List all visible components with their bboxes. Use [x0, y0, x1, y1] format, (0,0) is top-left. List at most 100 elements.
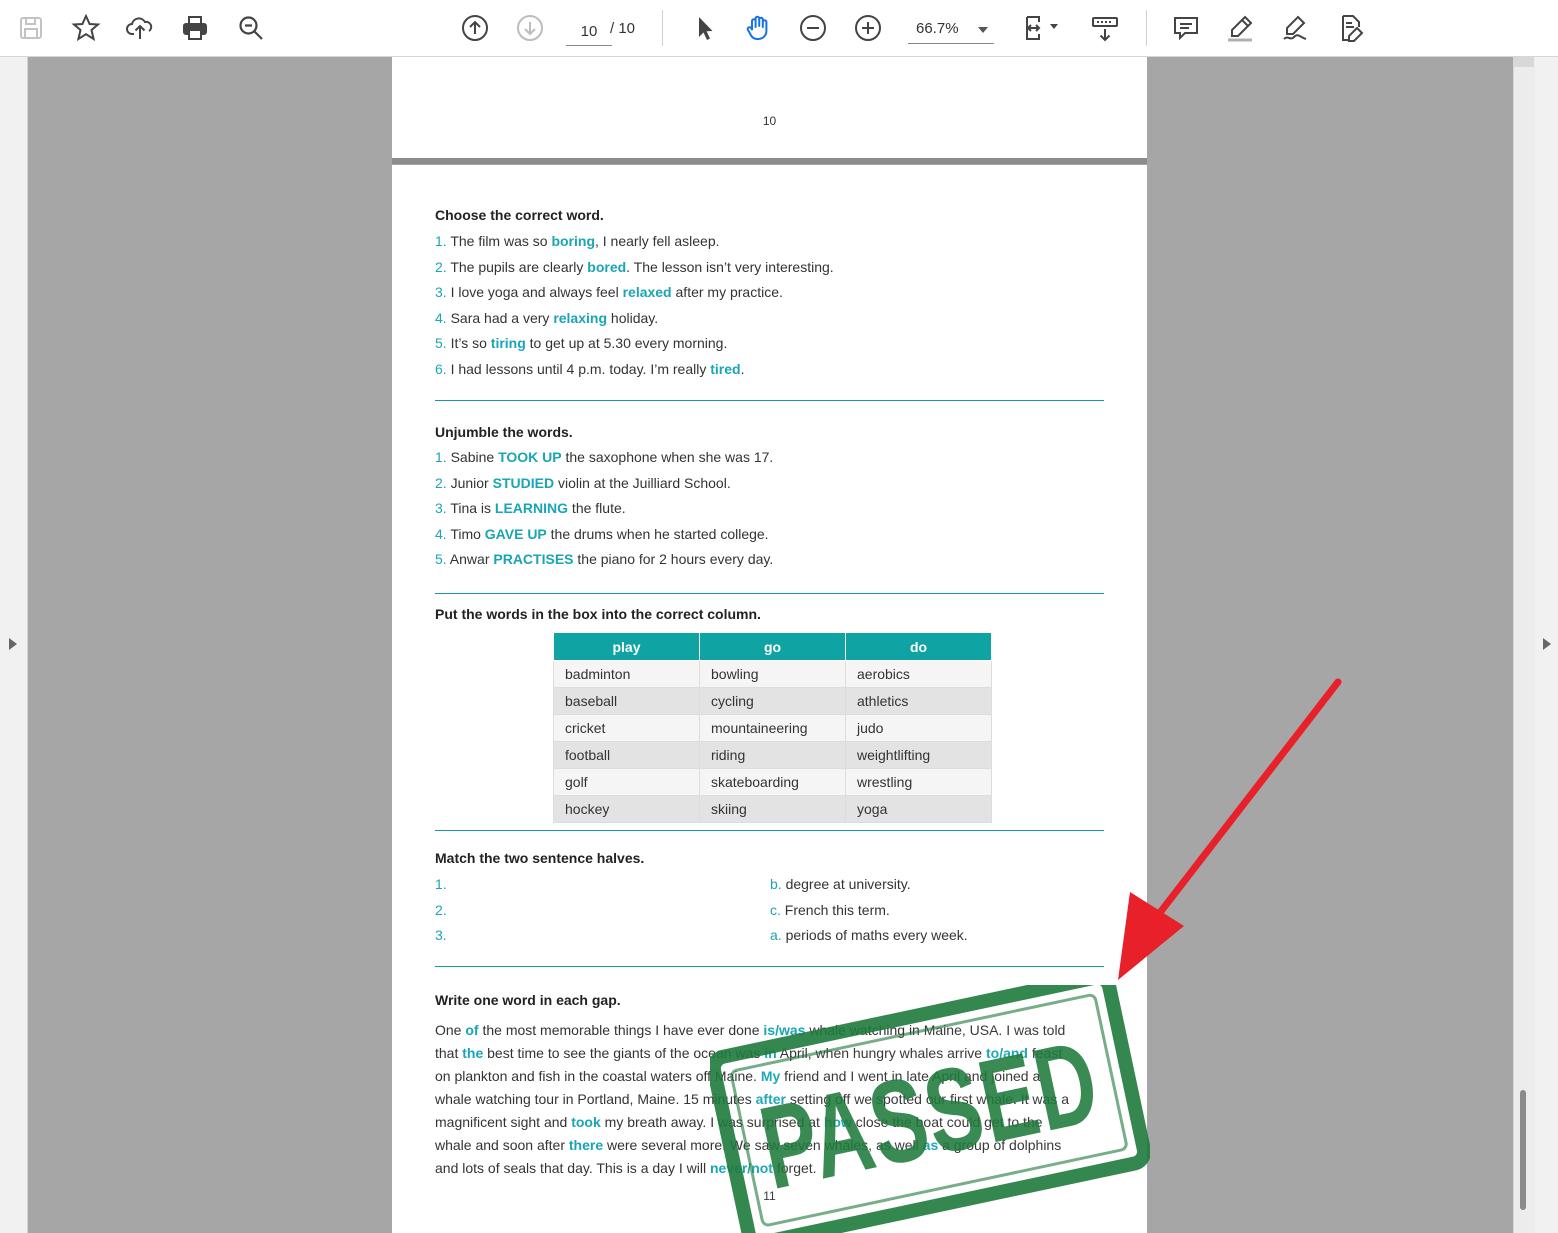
- item-number: 1.: [435, 233, 451, 249]
- zoom-dropdown[interactable]: 66.7%: [908, 17, 994, 44]
- vertical-scrollbar[interactable]: [1513, 57, 1535, 1233]
- item-text: , I nearly fell asleep.: [595, 233, 720, 249]
- gap-answer: of: [465, 1022, 479, 1038]
- item-number: 3.: [435, 500, 451, 516]
- bookmark-star-icon[interactable]: [68, 10, 104, 46]
- expand-right-panel-icon[interactable]: [1543, 638, 1551, 650]
- gap-fill-paragraph: One of the most memorable things I have …: [435, 1019, 1075, 1180]
- section-divider: [435, 593, 1104, 594]
- choose-word-item: 1. The film was so boring, I nearly fell…: [435, 233, 720, 249]
- gap-text: April, when hungry whales arrive: [776, 1045, 986, 1061]
- table-cell: cricket: [553, 714, 700, 742]
- edit-text-icon[interactable]: [1332, 10, 1368, 46]
- answer-word: boring: [551, 233, 595, 249]
- item-number: 2.: [435, 901, 447, 918]
- choose-word-item: 2. The pupils are clearly bored. The les…: [435, 259, 834, 275]
- next-page-icon[interactable]: [512, 10, 548, 46]
- choose-word-item: 5. It’s so tiring to get up at 5.30 ever…: [435, 335, 727, 351]
- table-row: cricket mountaineering judo: [553, 714, 992, 742]
- zoom-search-icon[interactable]: [233, 10, 269, 46]
- item-text: Junior: [450, 474, 493, 491]
- zoom-out-icon[interactable]: [795, 10, 831, 46]
- item-number: 5.: [435, 551, 450, 567]
- table-row: baseball cycling athletics: [553, 687, 992, 715]
- fit-page-icon[interactable]: [1016, 10, 1064, 46]
- scroll-mode-icon[interactable]: [1087, 10, 1123, 46]
- hand-tool-icon[interactable]: [740, 10, 776, 46]
- comment-icon[interactable]: [1168, 10, 1204, 46]
- select-cursor-icon[interactable]: [686, 10, 722, 46]
- item-number: 1.: [435, 876, 447, 892]
- answer-word: tiring: [490, 335, 526, 351]
- cloud-upload-icon[interactable]: [122, 10, 158, 46]
- gap-text: the most memorable things I have ever do…: [478, 1022, 764, 1038]
- page-total: / 10: [610, 20, 636, 37]
- item-text: Anwar: [449, 551, 494, 567]
- unjumble-item: 4. Timo GAVE UP the drums when he starte…: [435, 526, 769, 542]
- gap-answer: never/not: [709, 1160, 773, 1176]
- gap-answer: My: [760, 1068, 781, 1084]
- print-icon[interactable]: [177, 10, 213, 46]
- save-icon[interactable]: [13, 10, 49, 46]
- match-left-item: 3.: [435, 927, 447, 943]
- unjumble-item: 1. Sabine TOOK UP the saxophone when she…: [435, 449, 773, 465]
- answer-word: relaxing: [553, 309, 608, 326]
- item-text: violin at the Juilliard School.: [554, 474, 731, 491]
- table-cell: judo: [845, 714, 992, 742]
- item-number: 4.: [435, 525, 451, 542]
- arrow-shaft: [1141, 678, 1342, 936]
- answer-word: TOOK UP: [498, 449, 562, 465]
- page-number-input[interactable]: [566, 17, 612, 46]
- item-number: b.: [770, 876, 786, 892]
- toolbar-divider: [1146, 10, 1147, 46]
- scrollbar-top-cap: [1513, 57, 1534, 67]
- item-number: 6.: [435, 360, 451, 377]
- item-text: I had lessons until 4 p.m. today. I’m re…: [450, 360, 711, 377]
- table-cell: skateboarding: [699, 768, 846, 796]
- gap-answer: as: [922, 1137, 939, 1153]
- answer-word: GAVE UP: [484, 525, 547, 542]
- item-text: the flute.: [568, 500, 626, 516]
- table-row: hockey skiing yoga: [553, 795, 992, 823]
- scrollbar-thumb[interactable]: [1520, 1090, 1526, 1210]
- item-text: after my practice.: [671, 284, 783, 300]
- item-text: I love yoga and always feel: [450, 284, 623, 300]
- table-row: badminton bowling aerobics: [553, 660, 992, 688]
- item-text: Tina is: [450, 500, 495, 516]
- item-number: a.: [770, 927, 786, 943]
- gap-text: forget.: [772, 1160, 817, 1176]
- draw-signature-icon[interactable]: [1277, 10, 1313, 46]
- gap-text: my breath away. I was surprised at: [600, 1114, 824, 1130]
- expand-left-panel-icon[interactable]: [9, 638, 17, 650]
- item-text: French this term.: [784, 901, 890, 918]
- answer-word: relaxed: [622, 284, 672, 300]
- match-right-item: a. periods of maths every week.: [770, 927, 968, 943]
- table-cell: golf: [553, 768, 700, 796]
- previous-page-icon[interactable]: [457, 10, 493, 46]
- item-text: Sabine: [450, 449, 499, 465]
- item-number: 1.: [435, 449, 451, 465]
- highlight-pen-icon[interactable]: [1222, 10, 1258, 46]
- zoom-in-icon[interactable]: [850, 10, 886, 46]
- table-cell: riding: [699, 741, 846, 769]
- section-divider: [435, 966, 1104, 967]
- table-header-row: play go do: [553, 632, 992, 661]
- gap-text: best time to see the giants of the ocean…: [483, 1045, 765, 1061]
- table-column-header: go: [699, 632, 846, 661]
- gap-answer: to/and: [985, 1045, 1028, 1061]
- gap-answer: the: [462, 1045, 484, 1061]
- table-cell: hockey: [553, 795, 700, 823]
- choose-word-item: 3. I love yoga and always feel relaxed a…: [435, 284, 783, 300]
- item-text: The film was so: [450, 233, 552, 249]
- item-text: the piano for 2 hours every day.: [573, 551, 774, 567]
- pdf-page-11: Choose the correct word. 1. The film was…: [392, 165, 1147, 1233]
- item-text: the saxophone when she was 17.: [561, 449, 774, 465]
- section-heading-gap-fill: Write one word in each gap.: [435, 992, 621, 1008]
- item-number: 3.: [435, 284, 451, 300]
- item-text: to get up at 5.30 every morning.: [525, 335, 728, 351]
- item-number: 2.: [435, 258, 451, 275]
- section-divider: [435, 400, 1104, 401]
- chevron-down-icon: [978, 27, 988, 33]
- item-text: . The lesson isn’t very interesting.: [626, 258, 834, 275]
- table-cell: yoga: [845, 795, 992, 823]
